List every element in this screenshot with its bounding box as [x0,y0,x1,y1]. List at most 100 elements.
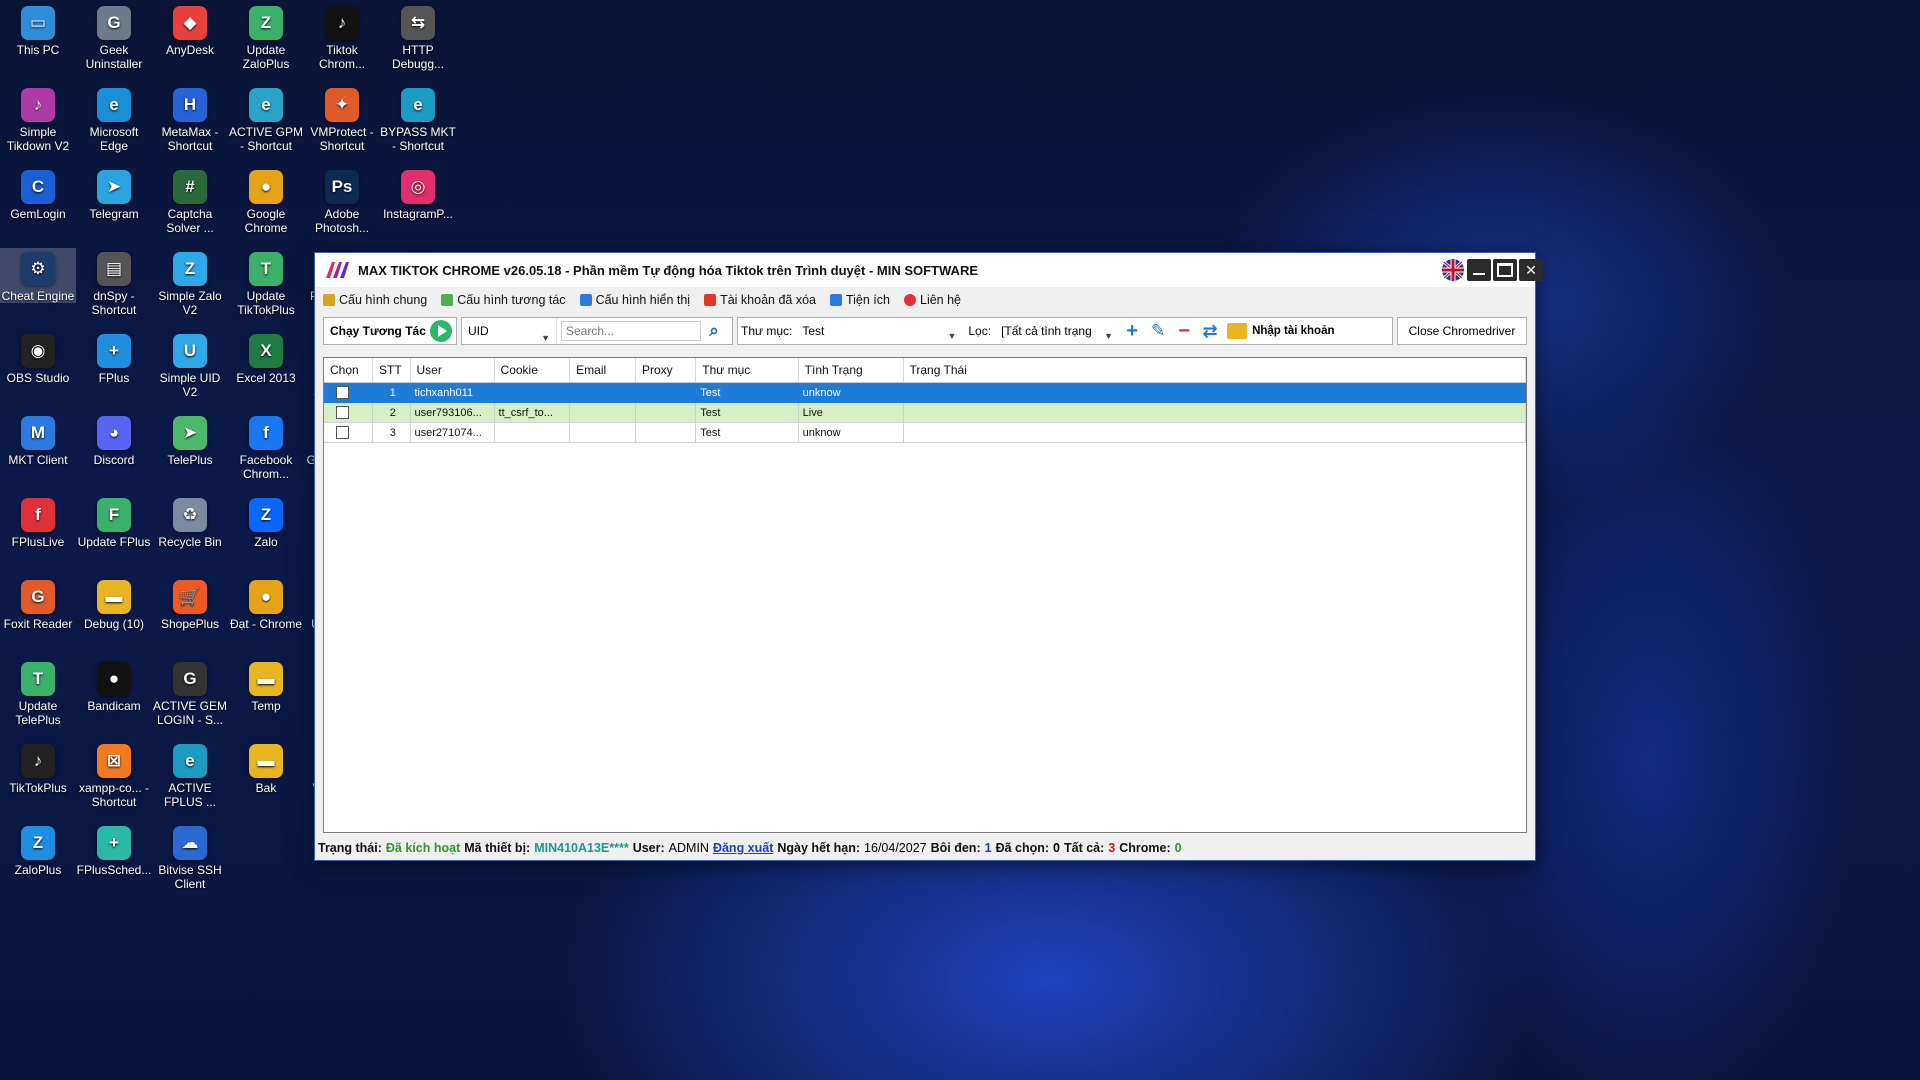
desktop-shortcut[interactable]: ▭ This PC [0,2,76,57]
table-row[interactable]: 2 user793106... tt_csrf_to... Test Live [324,402,1526,423]
desktop-shortcut-label: Temp [251,699,281,713]
desktop-shortcut[interactable]: # Captcha Solver ... [152,166,228,235]
row-select-cell[interactable] [324,382,374,403]
desktop-shortcut[interactable]: f FPlusLive [0,494,76,549]
desktop-shortcut[interactable]: ♪ Tiktok Chrom... [304,2,380,71]
desktop-shortcut[interactable]: ➤ TelePlus [152,412,228,467]
desktop-shortcut[interactable]: + FPlusSched... [76,822,152,877]
menu-utilities[interactable]: Tiện ích [829,293,890,307]
desktop-shortcut[interactable]: C GemLogin [0,166,76,221]
desktop-shortcut[interactable]: ☁ Bitvise SSH Client [152,822,228,891]
bandicam-icon: ● [97,662,131,696]
desktop-shortcut[interactable]: ⚙ Cheat Engine [0,248,76,303]
remove-icon[interactable]: − [1171,318,1197,344]
desktop-shortcut[interactable]: ⊠ xampp-co... - Shortcut [76,740,152,809]
row-checkbox[interactable] [336,386,349,399]
add-icon[interactable]: + [1119,318,1145,344]
desktop-shortcut[interactable]: ♻ Recycle Bin [152,494,228,549]
row-select-cell[interactable] [324,402,374,423]
run-interaction-button[interactable]: Chạy Tương Tác [323,317,457,345]
row-select-cell[interactable] [324,422,374,443]
search-field-select[interactable]: UID ▼ [462,318,557,344]
menu-interaction-config[interactable]: Cấu hình tương tác [441,293,566,307]
column-header[interactable]: Cookie [494,358,571,383]
import-accounts-button[interactable]: Nhập tài khoản [1227,323,1335,339]
column-header[interactable]: Email [569,358,636,383]
desktop-shortcut[interactable]: e ACTIVE FPLUS ... [152,740,228,809]
column-header[interactable]: STT [372,358,411,383]
table-row[interactable]: 3 user271074... Test unknow [324,422,1526,443]
row-checkbox[interactable] [336,406,349,419]
desktop-shortcut[interactable]: ◎ InstagramP... [380,166,456,221]
menu-deleted-accounts[interactable]: Tài khoản đã xóa [704,293,816,307]
desktop-shortcut[interactable]: X Excel 2013 [228,330,304,385]
column-header[interactable]: Chọn [324,358,374,383]
desktop-shortcut[interactable]: G ACTIVE GEM LOGIN - S... [152,658,228,727]
desktop-shortcut[interactable]: ➤ Telegram [76,166,152,221]
column-header[interactable]: Tình Trạng [798,358,904,383]
table-row[interactable]: 1 tichxanh011 Test unknow [324,382,1526,403]
desktop-shortcut[interactable]: ⇆ HTTP Debugg... [380,2,456,71]
grid-icon [829,294,842,306]
desktop-shortcut[interactable]: F Update FPlus [76,494,152,549]
desktop-shortcut[interactable]: T Update TelePlus [0,658,76,727]
desktop-shortcut[interactable]: ♪ TikTokPlus [0,740,76,795]
desktop-shortcut[interactable]: Z Simple Zalo V2 [152,248,228,317]
desktop-shortcut[interactable]: ◉ OBS Studio [0,330,76,385]
desktop-shortcut[interactable]: T Update TikTokPlus [228,248,304,317]
refresh-icon[interactable]: ⇄ [1197,318,1223,344]
desktop-shortcut[interactable]: e Microsoft Edge [76,84,152,153]
column-header[interactable]: Proxy [635,358,697,383]
desktop-shortcut[interactable]: ◆ AnyDesk [152,2,228,57]
desktop-shortcut[interactable]: Ps Adobe Photosh... [304,166,380,235]
desktop-shortcut[interactable]: H MetaMax - Shortcut [152,84,228,153]
desktop-shortcut[interactable]: ◕ Discord [76,412,152,467]
desktop-shortcut[interactable]: ▤ dnSpy - Shortcut [76,248,152,317]
desktop-shortcut[interactable]: ▬ Bak [228,740,304,795]
search-icon[interactable]: ⌕ [701,318,727,344]
desktop-shortcut[interactable]: U Simple UID V2 [152,330,228,399]
row-checkbox[interactable] [336,426,349,439]
desktop-shortcut[interactable]: ● Bandicam [76,658,152,713]
folder-select[interactable]: Test ▼ [796,320,962,342]
desktop-shortcut[interactable]: ● Google Chrome [228,166,304,235]
menu-display-config[interactable]: Cấu hình hiển thị [579,293,690,307]
desktop-shortcut[interactable]: Z ZaloPlus [0,822,76,877]
desktop-shortcut-label: Simple UID V2 [159,371,221,399]
close-button[interactable]: ✕ [1519,259,1543,281]
update-zaloplus-icon: Z [249,6,283,40]
menu-contact[interactable]: Liên hệ [904,293,961,307]
desktop-shortcut[interactable]: M MKT Client [0,412,76,467]
desktop-shortcut[interactable]: Z Update ZaloPlus [228,2,304,71]
search-input[interactable] [561,321,701,341]
filter-select[interactable]: [Tất cả tình trạng ▼ [995,320,1119,342]
title-bar[interactable]: MAX TIKTOK CHROME v26.05.18 - Phần mềm T… [315,253,1543,287]
desktop-shortcut[interactable]: + FPlus [76,330,152,385]
column-header[interactable]: Thư mục [695,358,799,383]
desktop-shortcut[interactable]: ● Đạt - Chrome [228,576,304,631]
desktop-shortcut[interactable]: G Foxit Reader [0,576,76,631]
desktop-shortcut[interactable]: ▬ Debug (10) [76,576,152,631]
desktop-shortcut[interactable]: f Facebook Chrom... [228,412,304,481]
column-header[interactable]: Trạng Thái [903,358,1526,383]
logout-link[interactable]: Đăng xuất [713,841,773,855]
desktop-shortcut[interactable]: e BYPASS MKT - Shortcut [380,84,456,153]
close-chromedriver-button[interactable]: Close Chromedriver [1397,317,1527,345]
desktop-shortcut[interactable]: G Geek Uninstaller [76,2,152,71]
status-state-label: Trạng thái: [318,841,382,855]
cell-cookie [494,422,571,443]
accounts-grid[interactable]: Chọn STT User Cookie Email Proxy Thư mục Tình T… [323,357,1527,833]
minimize-button[interactable] [1467,259,1491,281]
desktop-shortcut[interactable]: ▬ Temp [228,658,304,713]
desktop-shortcut[interactable]: e ACTIVE GPM - Shortcut [228,84,304,153]
column-header[interactable]: User [410,358,495,383]
desktop-shortcut[interactable]: Z Zalo [228,494,304,549]
desktop-shortcut[interactable]: ✦ VMProtect - Shortcut [304,84,380,153]
desktop-shortcut[interactable]: ♪ Simple Tikdown V2 [0,84,76,153]
edit-icon[interactable]: ✎ [1145,318,1171,344]
chrome-count-label: Chrome: [1119,841,1171,855]
maximize-button[interactable] [1493,259,1517,281]
desktop-shortcut[interactable]: 🛒 ShopePlus [152,576,228,631]
language-flag-icon[interactable] [1441,259,1465,281]
menu-general-config[interactable]: Cấu hình chung [323,293,427,307]
